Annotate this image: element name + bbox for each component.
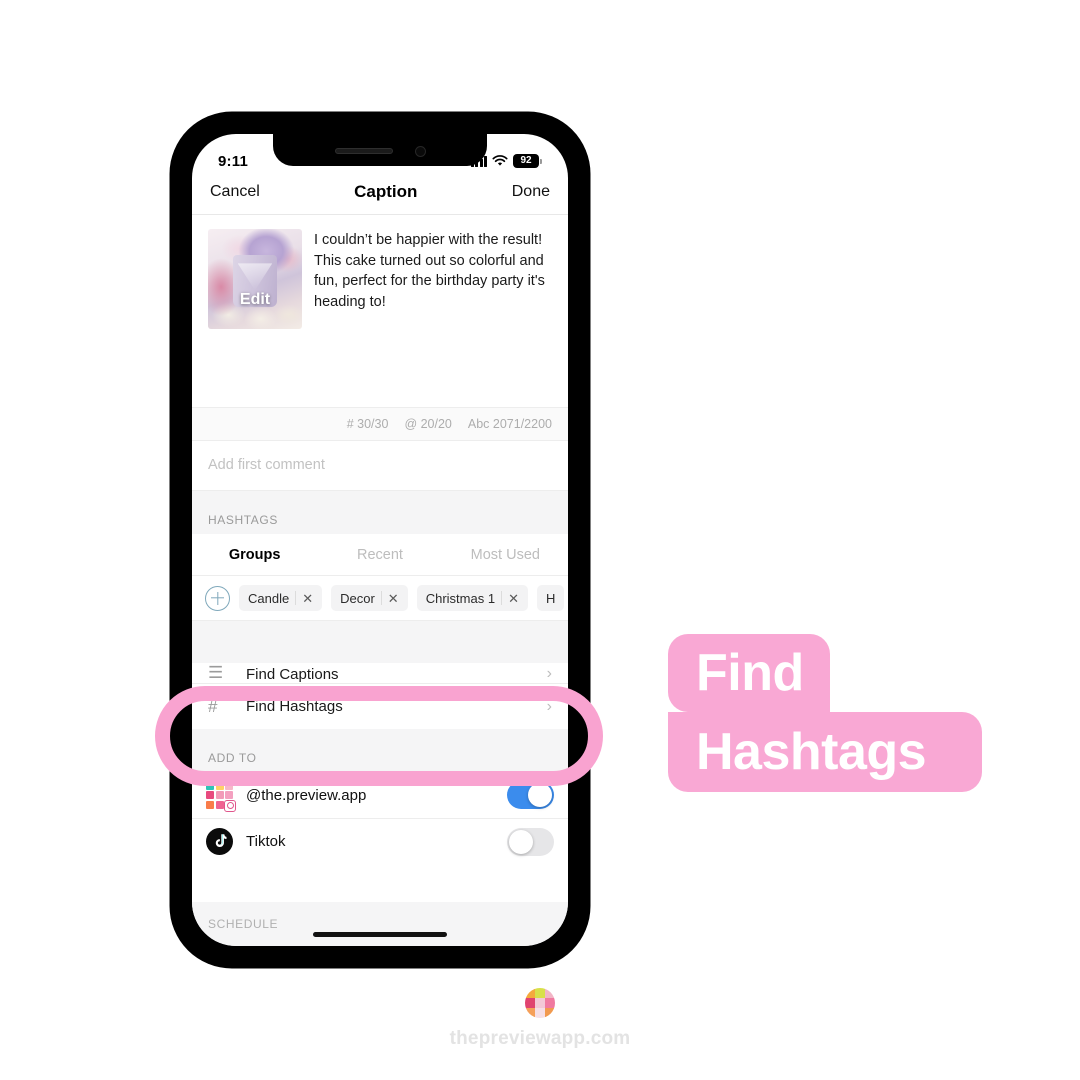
hashtag-group-chip[interactable]: Candle ✕ — [239, 585, 323, 611]
home-indicator[interactable] — [313, 932, 447, 937]
phone-screen: 9:11 92 Cancel Caption Done Edit I could… — [192, 134, 568, 946]
page-title: Caption — [354, 182, 418, 201]
callout-line-1: Find — [668, 634, 830, 712]
post-thumbnail[interactable]: Edit — [208, 229, 302, 329]
mention-counter: @ 20/20 — [404, 417, 452, 431]
tiktok-toggle[interactable] — [507, 827, 554, 856]
caption-counters: # 30/30 @ 20/20 Abc 2071/2200 — [192, 407, 568, 441]
tab-groups[interactable]: Groups — [192, 547, 317, 563]
navigation-bar: Cancel Caption Done — [192, 178, 568, 215]
account-name: @the.preview.app — [246, 786, 367, 804]
first-comment-placeholder: Add first comment — [208, 457, 325, 473]
hashtag-group-chip[interactable]: Decor ✕ — [331, 585, 408, 611]
tiktok-icon — [206, 828, 233, 855]
schedule-section-header: SCHEDULE — [192, 902, 568, 946]
chevron-right-icon: › — [546, 697, 552, 715]
chip-label: Candle — [248, 590, 290, 606]
footer: thepreviewapp.com — [0, 988, 1080, 1050]
hashtag-counter: # 30/30 — [346, 417, 389, 431]
phone-mockup: 9:11 92 Cancel Caption Done Edit I could… — [170, 112, 590, 968]
screenshot-canvas: 9:11 92 Cancel Caption Done Edit I could… — [0, 0, 1080, 1080]
hashtag-icon: # — [208, 696, 218, 716]
caption-empty-space — [192, 329, 568, 407]
character-counter: Abc 2071/2200 — [467, 417, 552, 431]
hashtag-group-chip[interactable]: Christmas 1 ✕ — [416, 585, 528, 611]
hashtag-tabs: Groups Recent Most Used — [192, 534, 568, 576]
account-row-tiktok[interactable]: Tiktok — [192, 818, 568, 864]
callout-line-2: Hashtags — [668, 712, 982, 792]
chevron-right-icon: › — [546, 665, 552, 682]
hashtag-group-chips: Candle ✕ Decor ✕ Christmas 1 ✕ H — [192, 576, 568, 621]
chip-label: Decor — [340, 590, 375, 606]
section-gap — [192, 621, 568, 663]
battery-icon: 92 — [513, 154, 542, 168]
cancel-button[interactable]: Cancel — [210, 183, 260, 201]
phone-notch — [273, 134, 487, 166]
caption-editor[interactable]: Edit I couldn’t be happier with the resu… — [192, 215, 568, 329]
caption-text[interactable]: I couldn’t be happier with the result! T… — [314, 229, 552, 329]
account-row-instagram[interactable]: @the.preview.app — [192, 772, 568, 818]
find-captions-row[interactable]: ☰ Find Captions › — [192, 663, 568, 683]
find-captions-label: Find Captions — [246, 666, 339, 683]
list-icon: ☰ — [208, 663, 224, 682]
hashtag-group-chip[interactable]: H — [536, 585, 565, 611]
close-icon[interactable]: ✕ — [388, 592, 406, 605]
close-icon[interactable]: ✕ — [302, 592, 320, 605]
footer-url: thepreviewapp.com — [449, 1028, 631, 1049]
tab-most-used[interactable]: Most Used — [443, 547, 568, 563]
find-hashtags-label: Find Hashtags — [246, 698, 343, 715]
add-hashtag-group-button[interactable] — [205, 585, 230, 611]
battery-percent: 92 — [520, 155, 532, 166]
tab-recent[interactable]: Recent — [317, 547, 442, 563]
instagram-grid-icon — [206, 781, 236, 812]
preview-app-logo — [525, 988, 555, 1018]
close-icon[interactable]: ✕ — [508, 592, 526, 605]
chip-label: Christmas 1 — [425, 590, 496, 606]
add-to-section-header: ADD TO — [192, 729, 568, 772]
hashtags-section-header: HASHTAGS — [192, 491, 568, 534]
chip-label: H — [545, 590, 556, 606]
schedule-label: SCHEDULE — [208, 917, 279, 931]
wifi-icon — [492, 155, 508, 167]
callout-badge: Find Hashtags — [668, 634, 982, 792]
first-comment-field[interactable]: Add first comment — [192, 441, 568, 491]
find-hashtags-row[interactable]: # Find Hashtags › — [192, 683, 568, 729]
earpiece-speaker-icon — [334, 148, 393, 154]
status-time: 9:11 — [218, 152, 248, 170]
done-button[interactable]: Done — [512, 183, 550, 201]
edit-thumbnail-label[interactable]: Edit — [208, 291, 302, 309]
instagram-toggle[interactable] — [507, 781, 554, 809]
front-camera-icon — [414, 145, 426, 157]
account-name: Tiktok — [246, 833, 286, 850]
instagram-badge-icon — [224, 799, 236, 812]
